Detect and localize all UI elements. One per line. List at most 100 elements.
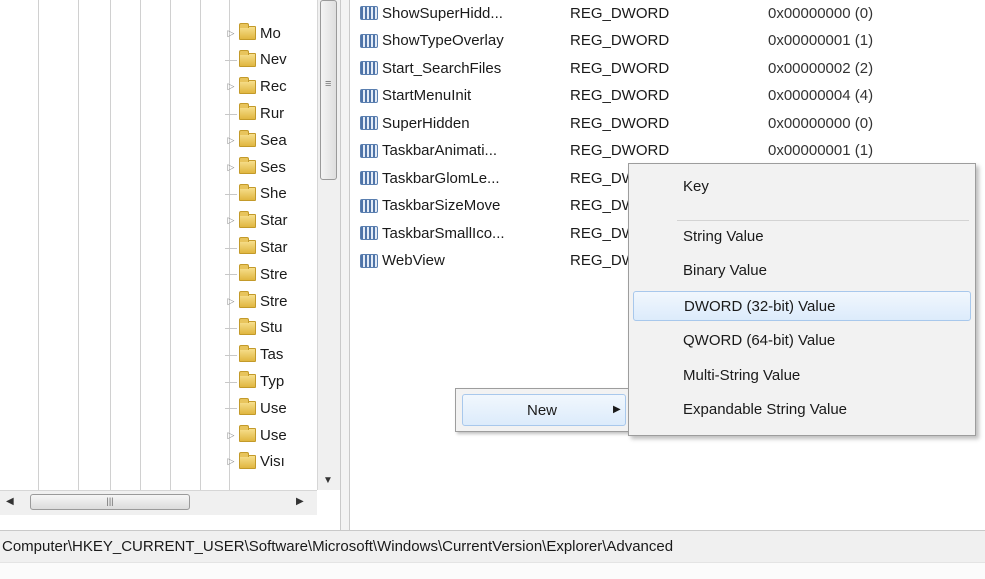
folder-icon — [239, 157, 256, 174]
value-name: TaskbarSmallIco... — [382, 224, 505, 242]
tree-connector — [225, 403, 237, 413]
tree-node[interactable]: ▷ Visı — [225, 451, 317, 473]
registry-binary-value-icon — [360, 171, 378, 185]
submenu-item-multi-string-value[interactable]: Multi-String Value — [633, 361, 971, 391]
tree-vertical-scrollbar[interactable]: ≡ ▼ — [317, 0, 340, 490]
submenu-item-qword-value[interactable]: QWORD (64-bit) Value — [633, 326, 971, 356]
menu-separator — [677, 220, 969, 221]
expand-arrow-icon[interactable]: ▷ — [225, 215, 237, 226]
tree-vertical-scroll-thumb[interactable]: ≡ — [320, 0, 337, 180]
folder-icon — [239, 398, 256, 416]
tree-node[interactable]: ▷ Star — [225, 210, 317, 232]
registry-value-row[interactable]: ShowTypeOverlay REG_DWORD 0x00000001 (1) — [360, 30, 873, 52]
tree-node[interactable]: Stu — [225, 317, 317, 339]
registry-value-row[interactable]: TaskbarAnimati... REG_DWORD 0x00000001 (1) — [360, 140, 873, 162]
value-type: REG_DWORD — [570, 142, 670, 159]
scroll-right-arrow-icon[interactable]: ▶ — [296, 496, 304, 507]
registry-value-row[interactable]: Start_SearchFiles REG_DWORD 0x00000002 (2) — [360, 57, 873, 79]
tree-horizontal-scroll-thumb[interactable]: ||| — [30, 494, 190, 510]
expand-arrow-icon[interactable]: ▷ — [225, 296, 237, 307]
value-type: REG_DWORD — [570, 114, 670, 132]
tree-node[interactable]: She — [225, 183, 317, 205]
tree-node[interactable]: ▷ Use — [225, 424, 317, 446]
registry-binary-value-icon — [360, 61, 378, 75]
expand-arrow-icon[interactable]: ▷ — [225, 456, 237, 467]
value-name: WebView — [382, 252, 445, 269]
tree-node[interactable]: Use — [225, 397, 317, 419]
value-type: REG_DWORD — [570, 59, 670, 77]
menu-item-new[interactable]: New ▶ — [462, 394, 626, 426]
submenu-item-binary-value[interactable]: Binary Value — [633, 256, 971, 286]
tree-horizontal-scrollbar[interactable]: ◀ ||| ▶ — [0, 490, 317, 515]
tree-connector — [225, 55, 237, 65]
grip-icon: ≡ — [325, 78, 332, 90]
folder-icon — [239, 264, 256, 282]
folder-icon — [239, 76, 256, 94]
new-submenu: Key String Value Binary Value DWORD (32-… — [628, 163, 976, 436]
folder-icon — [239, 317, 256, 335]
status-bar: Computer\HKEY_CURRENT_USER\Software\Micr… — [0, 530, 985, 562]
submenu-item-label: QWORD (64-bit) Value — [683, 332, 836, 349]
context-menu: New ▶ — [455, 388, 630, 432]
tree-node[interactable]: ▷ Sea — [225, 129, 317, 151]
value-name: TaskbarGlomLe... — [382, 169, 500, 187]
submenu-item-key[interactable]: Key — [633, 172, 971, 202]
value-data: 0x00000000 (0) — [768, 4, 874, 22]
tree-node[interactable]: Nev — [225, 49, 317, 71]
tree-node[interactable]: Rur — [225, 102, 317, 124]
value-type: REG_DWORD — [570, 4, 670, 22]
tree-node[interactable]: Typ — [225, 370, 317, 392]
folder-icon — [239, 425, 256, 442]
folder-icon — [239, 49, 256, 67]
expand-arrow-icon[interactable]: ▷ — [225, 28, 237, 39]
folder-icon — [239, 451, 256, 469]
folder-icon — [239, 237, 256, 255]
tree-node[interactable]: Star — [225, 236, 317, 258]
tree-guide-line — [78, 0, 79, 490]
tree-node[interactable]: Stre — [225, 263, 317, 285]
tree-node-label: Rec — [260, 78, 287, 96]
pane-splitter[interactable] — [340, 0, 350, 530]
tree-connector — [225, 323, 237, 333]
tree-node-label: Sea — [260, 131, 287, 149]
registry-binary-value-icon — [360, 143, 378, 158]
tree-node[interactable]: ▷ Mo — [225, 22, 317, 44]
expand-arrow-icon[interactable]: ▷ — [225, 81, 237, 92]
tree-node-label: Star — [260, 212, 288, 230]
tree-node[interactable]: Tas — [225, 344, 317, 366]
folder-icon — [239, 210, 256, 228]
expand-arrow-icon[interactable]: ▷ — [225, 162, 237, 173]
value-data: 0x00000002 (2) — [768, 59, 874, 77]
registry-binary-value-icon — [360, 253, 378, 268]
value-name: ShowTypeOverlay — [382, 32, 504, 49]
tree-node-label: Star — [260, 238, 288, 256]
tree-node-label: She — [260, 185, 287, 203]
tree-connector — [225, 269, 237, 279]
expand-arrow-icon[interactable]: ▷ — [225, 430, 237, 441]
tree-connector — [225, 108, 237, 118]
submenu-item-label: Binary Value — [683, 262, 767, 279]
tree-node-label: Ses — [260, 158, 286, 176]
tree-node[interactable]: ▷ Ses — [225, 156, 317, 178]
registry-value-row[interactable]: ShowSuperHidd... REG_DWORD 0x00000000 (0) — [360, 2, 873, 24]
scroll-left-arrow-icon[interactable]: ◀ — [6, 496, 14, 507]
tree-node-label: Stu — [260, 319, 283, 337]
folder-icon — [239, 130, 256, 148]
folder-icon — [239, 183, 256, 201]
expand-arrow-icon[interactable]: ▷ — [225, 135, 237, 146]
tree-node[interactable]: ▷ Stre — [225, 290, 317, 312]
submenu-item-expandable-string-value[interactable]: Expandable String Value — [633, 395, 971, 425]
tree-guide-line — [200, 0, 201, 490]
registry-binary-value-icon — [360, 226, 378, 240]
registry-value-row[interactable]: SuperHidden REG_DWORD 0x00000000 (0) — [360, 112, 873, 134]
submenu-item-string-value[interactable]: String Value — [633, 222, 971, 252]
tree-node-label: Nev — [260, 51, 287, 69]
registry-value-row[interactable]: StartMenuInit REG_DWORD 0x00000004 (4) — [360, 85, 873, 107]
value-type: REG_DWORD — [570, 87, 670, 104]
tree-node[interactable]: ▷ Rec — [225, 76, 317, 98]
folder-icon — [239, 23, 256, 40]
value-name: TaskbarSizeMove — [382, 197, 501, 214]
submenu-item-dword-value[interactable]: DWORD (32-bit) Value — [633, 291, 971, 321]
tree-node-label: Use — [260, 399, 287, 417]
scroll-down-arrow-icon[interactable]: ▼ — [323, 475, 333, 486]
